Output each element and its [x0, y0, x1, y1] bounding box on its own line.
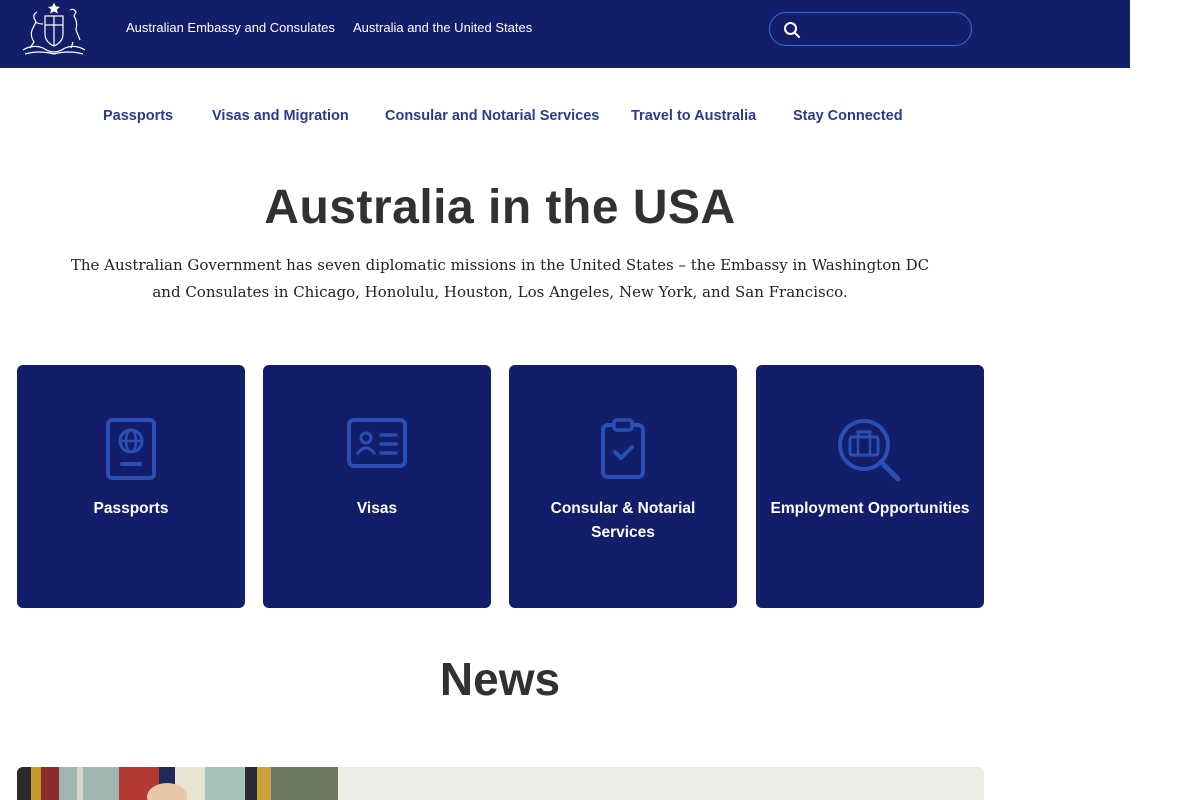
id-card-icon: [347, 418, 407, 468]
news-heading: News: [439, 653, 561, 705]
card-consular-notarial[interactable]: Consular & Notarial Services: [509, 365, 737, 608]
intro-paragraph: The Australian Government has seven dipl…: [70, 256, 930, 301]
card-employment[interactable]: Employment Opportunities: [756, 365, 984, 608]
top-link-embassy-consulates[interactable]: Australian Embassy and Consulates: [126, 20, 335, 35]
nav-item-travel-australia[interactable]: Travel to Australia: [631, 108, 756, 124]
card-label: Visas: [356, 500, 398, 517]
news-card[interactable]: [17, 767, 984, 800]
briefcase-search-icon: [838, 419, 901, 482]
nav-item-visas-migration[interactable]: Visas and Migration: [212, 108, 349, 124]
nav-item-consular-notarial[interactable]: Consular and Notarial Services: [385, 108, 599, 124]
search-box[interactable]: [769, 12, 972, 46]
site-header: Australian Embassy and Consulates Austra…: [0, 0, 1130, 68]
page-title: Australia in the USA: [264, 181, 736, 234]
clipboard-check-icon: [601, 418, 645, 479]
coat-of-arms-logo[interactable]: [15, 2, 93, 58]
top-link-australia-us[interactable]: Australia and the United States: [353, 20, 532, 35]
passport-icon: [106, 418, 156, 480]
card-label: Passports: [93, 500, 169, 517]
search-input[interactable]: [810, 19, 960, 39]
card-label: Consular & Notarial Services: [550, 500, 696, 541]
card-visas[interactable]: Visas: [263, 365, 491, 608]
card-label: Employment Opportunities: [770, 500, 970, 517]
search-icon: [784, 22, 800, 38]
nav-item-stay-connected[interactable]: Stay Connected: [793, 108, 903, 124]
nav-item-passports[interactable]: Passports: [103, 108, 173, 124]
card-passports[interactable]: Passports: [17, 365, 245, 608]
main-navigation: Passports Visas and Migration Consular a…: [0, 108, 1000, 128]
news-photo[interactable]: [17, 767, 338, 800]
